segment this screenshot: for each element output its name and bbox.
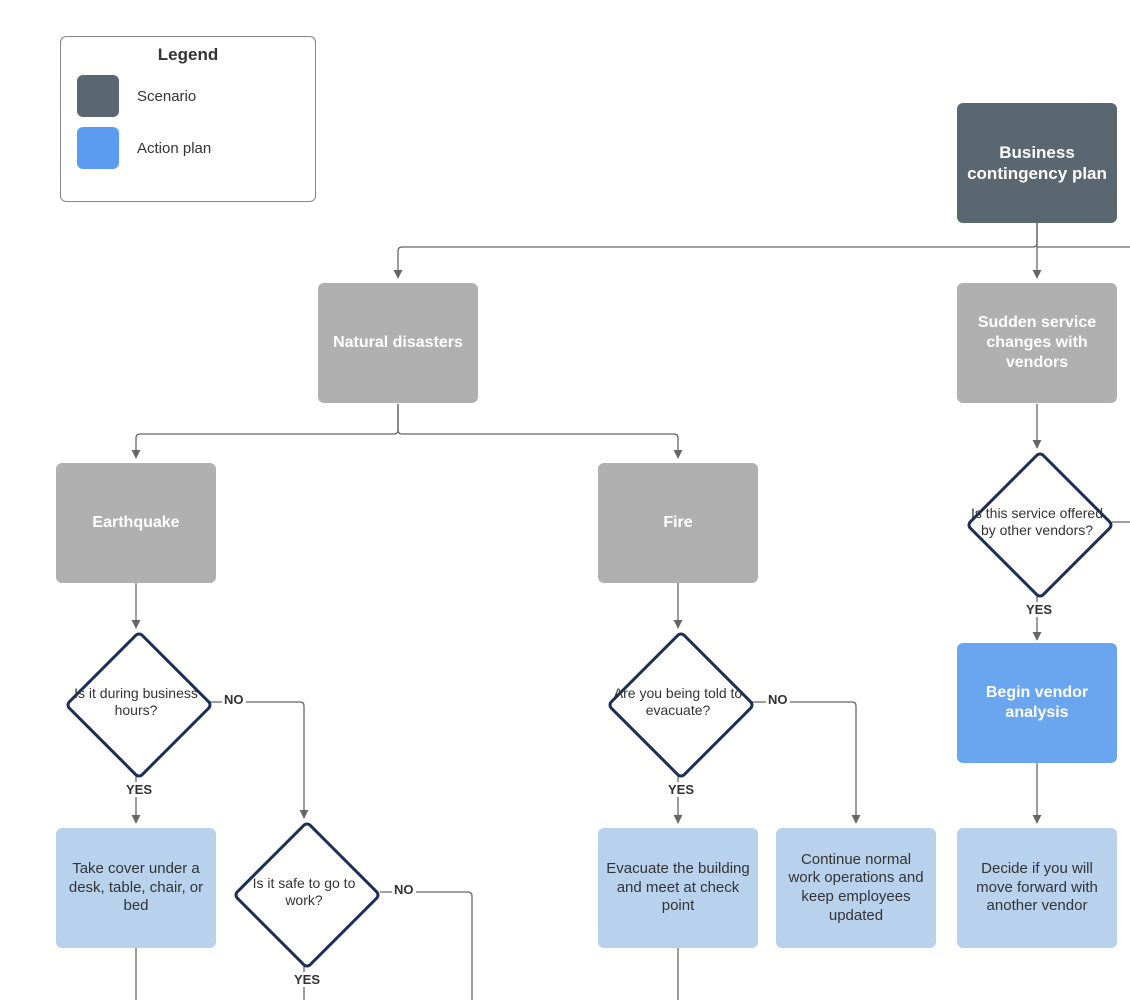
decision-evacuate: Are you being told to evacuate?	[608, 648, 748, 756]
node-vendor-changes: Sudden service changes with vendors	[957, 283, 1117, 403]
action-continue-normal: Continue normal work operations and keep…	[776, 828, 936, 948]
node-natural-disasters: Natural disasters	[318, 283, 478, 403]
legend-row-action: Action plan	[77, 127, 299, 169]
decision-vendor-offered: Is this service offered by other vendors…	[967, 468, 1107, 576]
action-begin-vendor-analysis: Begin vendor analysis	[957, 643, 1117, 763]
legend-label-scenario: Scenario	[137, 88, 196, 105]
legend-row-scenario: Scenario	[77, 75, 299, 117]
edge-evac-yes: YES	[666, 782, 696, 797]
node-earthquake: Earthquake	[56, 463, 216, 583]
edge-safework-yes: YES	[292, 972, 322, 987]
decision-business-hours: Is it during business hours?	[66, 648, 206, 756]
action-evacuate: Evacuate the building and meet at check …	[598, 828, 758, 948]
node-root: Business contingency plan	[957, 103, 1117, 223]
edge-vendor-yes: YES	[1024, 602, 1054, 617]
decision-safe-work: Is it safe to go to work?	[234, 838, 374, 946]
legend-title: Legend	[73, 45, 303, 65]
legend-swatch-scenario	[77, 75, 119, 117]
legend-label-action: Action plan	[137, 140, 211, 157]
edge-bizhours-no: NO	[222, 692, 246, 707]
legend-swatch-action	[77, 127, 119, 169]
node-fire: Fire	[598, 463, 758, 583]
legend: Legend Scenario Action plan	[60, 36, 316, 202]
edge-evac-no: NO	[766, 692, 790, 707]
action-take-cover: Take cover under a desk, table, chair, o…	[56, 828, 216, 948]
edge-safework-no: NO	[392, 882, 416, 897]
action-decide-vendor: Decide if you will move forward with ano…	[957, 828, 1117, 948]
edge-bizhours-yes: YES	[124, 782, 154, 797]
